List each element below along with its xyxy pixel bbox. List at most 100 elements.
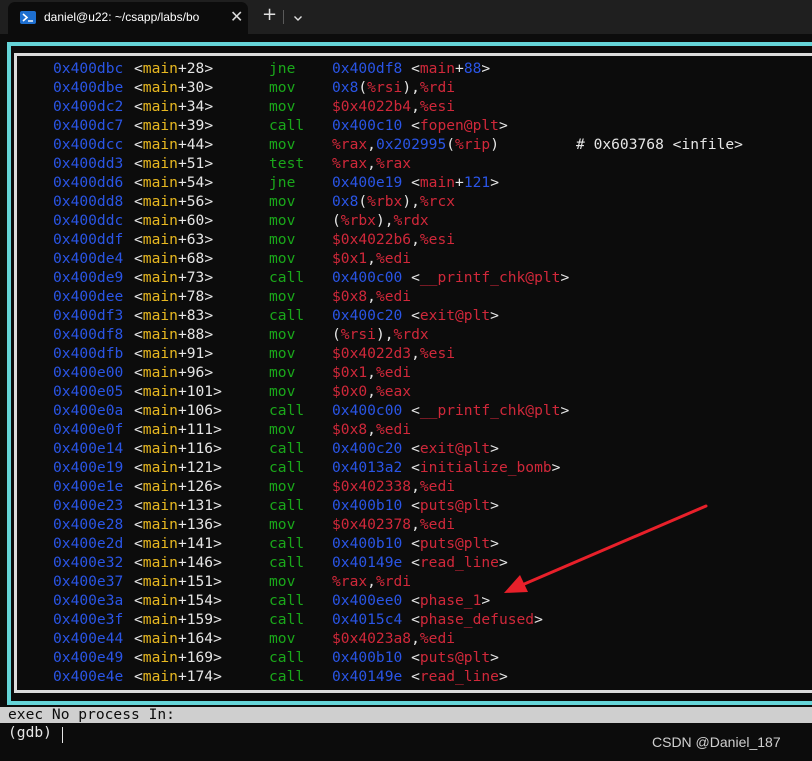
asm-mnemonic: jne — [269, 60, 296, 77]
asm-row: 0x400e14 <main+116> call 0x400c20 <exit@plt… — [0, 439, 812, 458]
asm-row: 0x400dbe <main+30> mov 0x8(%rsi),%rdi — [0, 78, 812, 97]
asm-mnemonic: test — [269, 155, 305, 172]
plus-icon[interactable]: + — [262, 5, 277, 25]
angle-close: > — [213, 516, 222, 533]
asm-row: 0x400e49 <main+169> call 0x400b10 <puts@plt… — [0, 648, 812, 667]
asm-operand-part: < — [411, 307, 420, 324]
asm-address: 0x400dcc — [53, 136, 124, 153]
asm-mnemonic: call — [269, 535, 305, 552]
asm-mnemonic: mov — [269, 250, 296, 267]
asm-row: 0x400de9 <main+73> call 0x400c00 <__printf_… — [0, 268, 812, 287]
angle-close: > — [204, 136, 214, 153]
asm-row: 0x400dee <main+78> mov $0x8,%edi — [0, 287, 812, 306]
watermark: CSDN @Daniel_187 — [652, 734, 781, 750]
asm-function: main — [142, 668, 178, 685]
asm-symbol-offset: <main+141> — [134, 534, 222, 553]
asm-operand-part: 0x400b10 — [332, 497, 412, 514]
asm-address: 0x400dd3 — [53, 155, 124, 172]
chevron-down-icon[interactable] — [292, 9, 304, 28]
asm-function: main — [142, 250, 178, 267]
asm-symbol-offset: <main+121> — [134, 458, 222, 477]
asm-operand-part: < — [411, 535, 420, 552]
asm-operand-part: $0x1 — [332, 250, 368, 267]
asm-offset: +136 — [177, 516, 214, 533]
gdb-prompt[interactable]: (gdb) — [8, 723, 61, 743]
close-icon[interactable]: ✕ — [230, 9, 243, 25]
asm-row: 0x400e4e <main+174> call 0x40149e <read_lin… — [0, 667, 812, 686]
angle-close: > — [204, 117, 214, 134]
asm-operand-part: > — [490, 440, 499, 457]
asm-mnemonic: call — [269, 649, 305, 666]
asm-operand-part: 0x8 — [332, 79, 359, 96]
asm-address: 0x400e49 — [53, 649, 124, 666]
asm-address: 0x400dfb — [53, 345, 124, 362]
asm-mnemonic: call — [269, 459, 305, 476]
asm-offset: +28 — [177, 60, 205, 77]
asm-operand-part: , — [367, 288, 376, 305]
asm-address: 0x400e3f — [53, 611, 124, 628]
asm-offset: +111 — [177, 421, 214, 438]
asm-operand-part: 88 — [463, 60, 482, 77]
tab-title: daniel@u22: ~/csapp/labs/bo — [44, 10, 200, 24]
asm-operands: 0x400e19 <main+121> — [332, 173, 499, 192]
asm-operand-part: 0x400df8 — [332, 60, 412, 77]
asm-function: main — [142, 573, 178, 590]
asm-function: main — [142, 630, 178, 647]
angle-open: < — [134, 535, 143, 552]
angle-open: < — [134, 554, 143, 571]
asm-row: 0x400de4 <main+68> mov $0x1,%edi — [0, 249, 812, 268]
asm-row: 0x400e00 <main+96> mov $0x1,%edi — [0, 363, 812, 382]
asm-function: main — [142, 459, 178, 476]
asm-operand-part: > — [490, 649, 499, 666]
asm-mnemonic: jne — [269, 174, 296, 191]
asm-operand-part: < — [411, 611, 420, 628]
asm-symbol-offset: <main+101> — [134, 382, 222, 401]
asm-mnemonic: call — [269, 668, 305, 685]
asm-operand-part: %rdx — [393, 326, 429, 343]
angle-open: < — [134, 478, 143, 495]
asm-operand-part: %edi — [375, 364, 412, 381]
asm-symbol-offset: <main+60> — [134, 211, 213, 230]
angle-close: > — [213, 611, 222, 628]
asm-operand-part: 0x400c00 — [332, 269, 412, 286]
angle-close: > — [213, 535, 222, 552]
asm-function: main — [142, 516, 178, 533]
asm-operand-part: > — [551, 459, 561, 476]
asm-operand-part: %rip — [455, 136, 491, 153]
asm-operand-part: < — [411, 592, 420, 609]
asm-operand-part: %edi — [419, 478, 456, 495]
asm-operand-part: ( — [358, 193, 368, 210]
angle-open: < — [134, 136, 143, 153]
asm-offset: +54 — [177, 174, 205, 191]
asm-operand-part: < — [411, 668, 420, 685]
asm-operand-part: puts@plt — [419, 649, 491, 666]
asm-function: main — [142, 364, 178, 381]
angle-open: < — [134, 212, 143, 229]
asm-operand-part: < — [411, 649, 420, 666]
asm-offset: +154 — [177, 592, 214, 609]
angle-open: < — [134, 421, 143, 438]
asm-operands: 0x4015c4 <phase_defused> — [332, 610, 543, 629]
asm-operand-part: 0x400c20 — [332, 440, 412, 457]
angle-open: < — [134, 440, 143, 457]
terminal-tab[interactable]: daniel@u22: ~/csapp/labs/bo ✕ — [8, 2, 248, 34]
asm-symbol-offset: <main+159> — [134, 610, 222, 629]
angle-close: > — [213, 440, 222, 457]
asm-operands: $0x1,%edi — [332, 249, 411, 268]
asm-symbol-offset: <main+56> — [134, 192, 213, 211]
asm-operands: 0x8(%rsi),%rdi — [332, 78, 455, 97]
asm-mnemonic: call — [269, 307, 305, 324]
asm-row: 0x400dfb <main+91> mov $0x4022d3,%esi — [0, 344, 812, 363]
asm-offset: +88 — [177, 326, 205, 343]
asm-row: 0x400df3 <main+83> call 0x400c20 <exit@plt> — [0, 306, 812, 325]
asm-symbol-offset: <main+78> — [134, 287, 213, 306]
asm-operand-part: < — [411, 60, 420, 77]
asm-mnemonic: mov — [269, 573, 296, 590]
asm-address: 0x400e37 — [53, 573, 124, 590]
asm-offset: +44 — [177, 136, 205, 153]
asm-operands: 0x400b10 <puts@plt> — [332, 648, 499, 667]
angle-open: < — [134, 231, 143, 248]
angle-open: < — [134, 516, 143, 533]
asm-address: 0x400dbe — [53, 79, 124, 96]
asm-mnemonic: mov — [269, 98, 296, 115]
